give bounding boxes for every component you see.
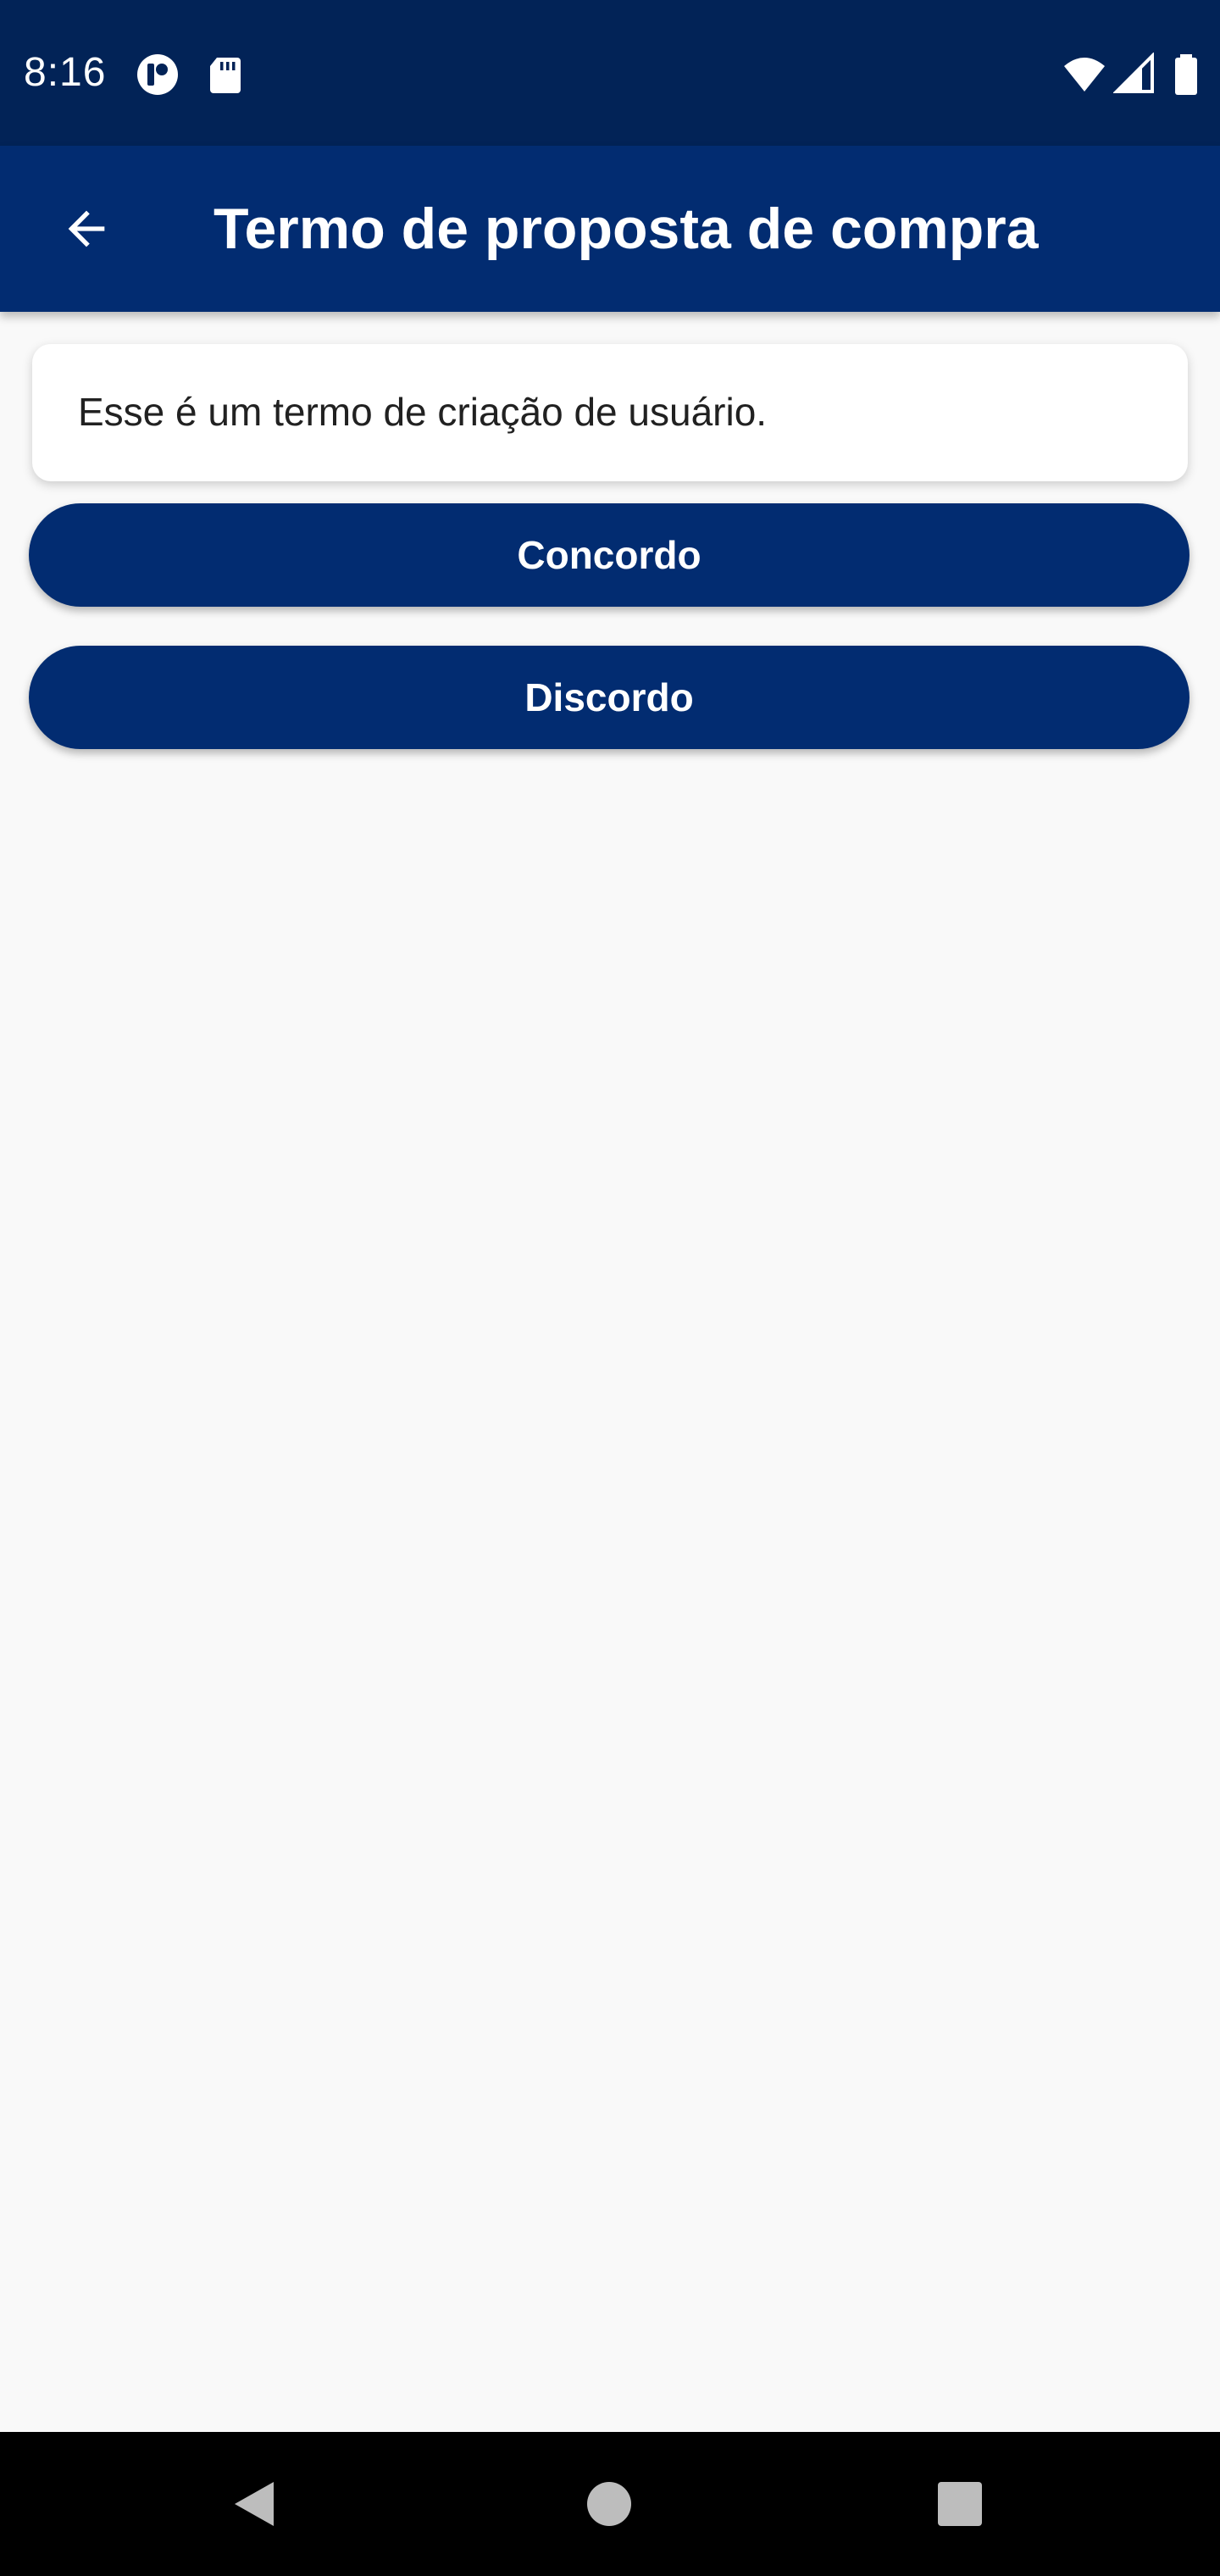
sd-card-icon [210, 58, 241, 93]
nav-recents-button[interactable] [922, 2466, 998, 2542]
battery-icon [1175, 54, 1197, 95]
cell-signal-icon [1113, 53, 1154, 93]
status-bar: 8:16 [0, 0, 1220, 146]
home-circle-icon [587, 2482, 631, 2526]
wifi-icon [1064, 58, 1105, 92]
back-button[interactable] [34, 176, 139, 281]
agree-button-label: Concordo [517, 533, 702, 577]
back-triangle-icon [235, 2482, 274, 2526]
app-notification-icon [137, 54, 178, 95]
disagree-button-label: Discordo [524, 675, 694, 719]
system-nav-bar [0, 2432, 1220, 2576]
disagree-button[interactable]: Discordo [29, 646, 1190, 749]
arrow-back-icon [68, 210, 105, 247]
term-card: Esse é um termo de criação de usuário. [32, 344, 1188, 481]
nav-home-button[interactable] [571, 2466, 647, 2542]
app-bar: Termo de proposta de compra [0, 146, 1220, 312]
term-text: Esse é um termo de criação de usuário. [78, 390, 768, 434]
recents-square-icon [938, 2482, 982, 2526]
nav-back-button[interactable] [217, 2466, 293, 2542]
page-title: Termo de proposta de compra [214, 197, 1039, 261]
agree-button[interactable]: Concordo [29, 503, 1190, 607]
status-time: 8:16 [24, 50, 107, 95]
